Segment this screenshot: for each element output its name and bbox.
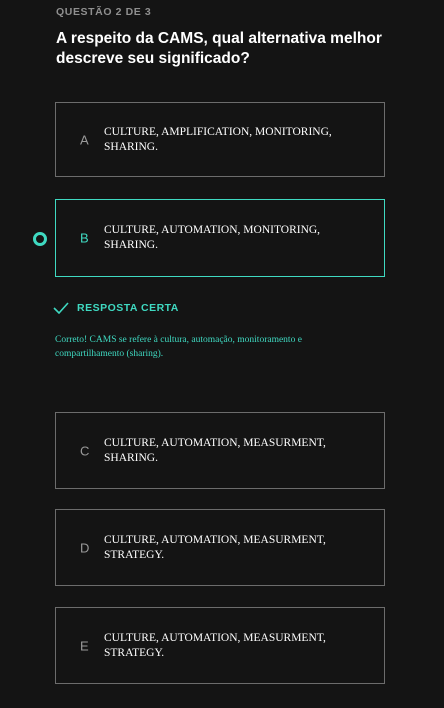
option-c[interactable]: C CULTURE, AUTOMATION, MEASURMENT, SHARI… (55, 412, 385, 489)
option-letter: E (80, 638, 89, 653)
option-a[interactable]: A CULTURE, AMPLIFICATION, MONITORING, SH… (55, 102, 385, 177)
option-b[interactable]: B CULTURE, AUTOMATION, MONITORING, SHARI… (55, 199, 385, 277)
option-letter: B (80, 230, 89, 246)
option-text: CULTURE, AUTOMATION, MONITORING, SHARING… (104, 224, 321, 251)
feedback-header: RESPOSTA CERTA (53, 302, 179, 314)
question-counter: QUESTÃO 2 DE 3 (56, 6, 152, 18)
option-letter: C (80, 443, 90, 458)
question-title: A respeito da CAMS, qual alternativa mel… (56, 30, 382, 67)
option-text: CULTURE, AUTOMATION, MEASURMENT, STRATEG… (104, 533, 326, 561)
option-letter: A (80, 132, 89, 147)
selected-radio-icon[interactable] (33, 232, 47, 246)
option-text: CULTURE, AUTOMATION, MEASURMENT, SHARING… (104, 436, 326, 464)
option-text: CULTURE, AMPLIFICATION, MONITORING, SHAR… (104, 125, 332, 153)
option-text: CULTURE, AUTOMATION, MEASURMENT, STRATEG… (104, 631, 326, 659)
option-letter: D (80, 540, 90, 555)
check-icon (53, 302, 69, 314)
option-d[interactable]: D CULTURE, AUTOMATION, MEASURMENT, STRAT… (55, 509, 385, 586)
feedback-text: Correto! CAMS se refere à cultura, autom… (55, 335, 302, 359)
feedback-label: RESPOSTA CERTA (77, 302, 179, 314)
option-e[interactable]: E CULTURE, AUTOMATION, MEASURMENT, STRAT… (55, 607, 385, 684)
